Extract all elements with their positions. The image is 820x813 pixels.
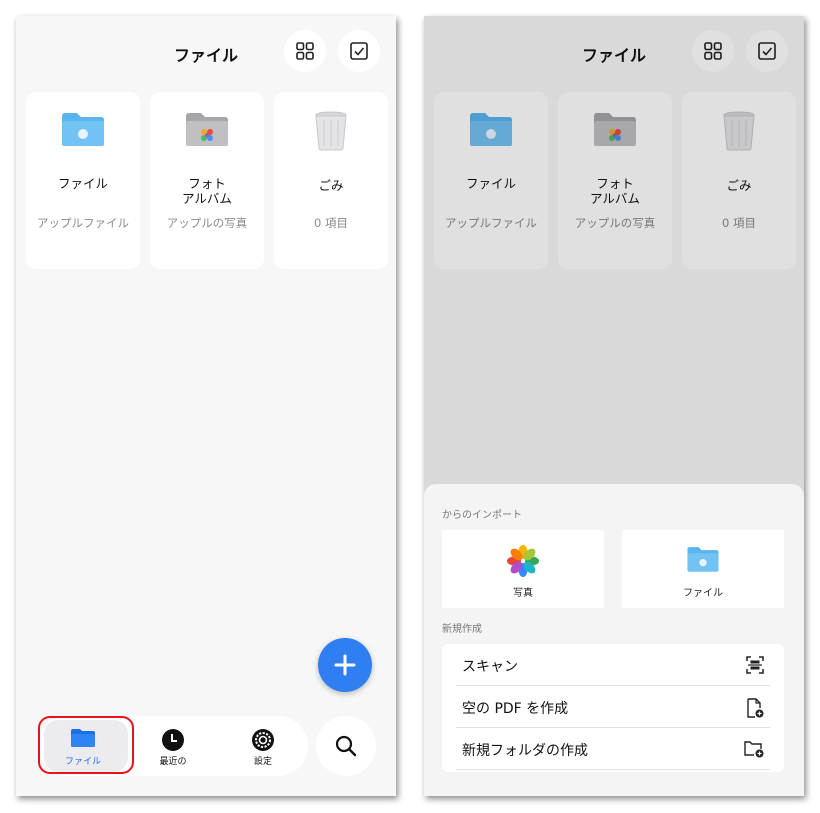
photo-album-card[interactable]: フォト アルバム アップルの写真 [150,92,264,269]
import-option-label: ファイル [683,588,723,599]
trash-icon [274,110,388,152]
tab-label: 最近の [159,757,187,767]
photos-folder-icon [150,110,264,148]
search-button[interactable] [316,716,376,776]
checkbox-select-icon [350,42,368,60]
clock-icon [128,728,218,752]
grid-view-icon [296,42,314,60]
import-section-label: からのインポート [442,510,522,521]
new-folder-option[interactable]: 新規フォルダの作成 [442,728,784,770]
import-photos-button[interactable]: 写真 [442,530,604,608]
tab-settings[interactable]: 設定 [218,716,308,776]
new-folder-icon [744,740,764,762]
trash-card[interactable]: ごみ 0 項目 [274,92,388,269]
import-option-label: 写真 [513,588,533,599]
blue-folder-icon [622,544,784,574]
card-subtitle: アップルの写真 [166,216,248,230]
tab-label: 設定 [253,757,272,767]
grid-view-button[interactable] [284,30,326,72]
files-screen-with-sheet: ファイル ファイル アップルファイル フォト アルバム アップルの写真 ごみ 0… [424,16,804,796]
photos-flower-icon [442,544,604,578]
add-button[interactable] [318,638,372,692]
card-subtitle: アップルファイル [37,216,129,230]
option-label: 新規フォルダの作成 [462,743,588,759]
search-icon [335,735,357,757]
add-action-sheet: からのインポート 写真 ファイル 新規作成 スキャン 空の PDF を作成 新規… [424,484,804,796]
create-section-label: 新規作成 [442,624,482,635]
card-subtitle: 0 項目 [314,216,348,230]
scan-icon [746,656,764,678]
create-options-list: スキャン 空の PDF を作成 新規フォルダの作成 [442,644,784,772]
card-title: フォト アルバム [182,176,232,206]
card-title: ファイル [57,176,108,191]
card-title: ごみ [318,178,344,193]
import-files-button[interactable]: ファイル [622,530,784,608]
tab-recent[interactable]: 最近の [128,716,218,776]
row-divider [456,769,770,770]
select-button[interactable] [338,30,380,72]
option-label: 空の PDF を作成 [462,701,569,717]
gear-icon [218,728,308,752]
scan-option[interactable]: スキャン [442,644,784,686]
new-document-icon [746,698,764,722]
plus-icon [334,654,356,676]
files-screen: ファイル ファイル アップルファイル フォト アルバム アップルの写真 ごみ 0… [16,16,396,796]
files-card[interactable]: ファイル アップルファイル [26,92,140,269]
blue-folder-icon [26,110,140,148]
highlight-annotation [38,716,134,774]
create-pdf-option[interactable]: 空の PDF を作成 [442,686,784,728]
option-label: スキャン [462,659,518,675]
